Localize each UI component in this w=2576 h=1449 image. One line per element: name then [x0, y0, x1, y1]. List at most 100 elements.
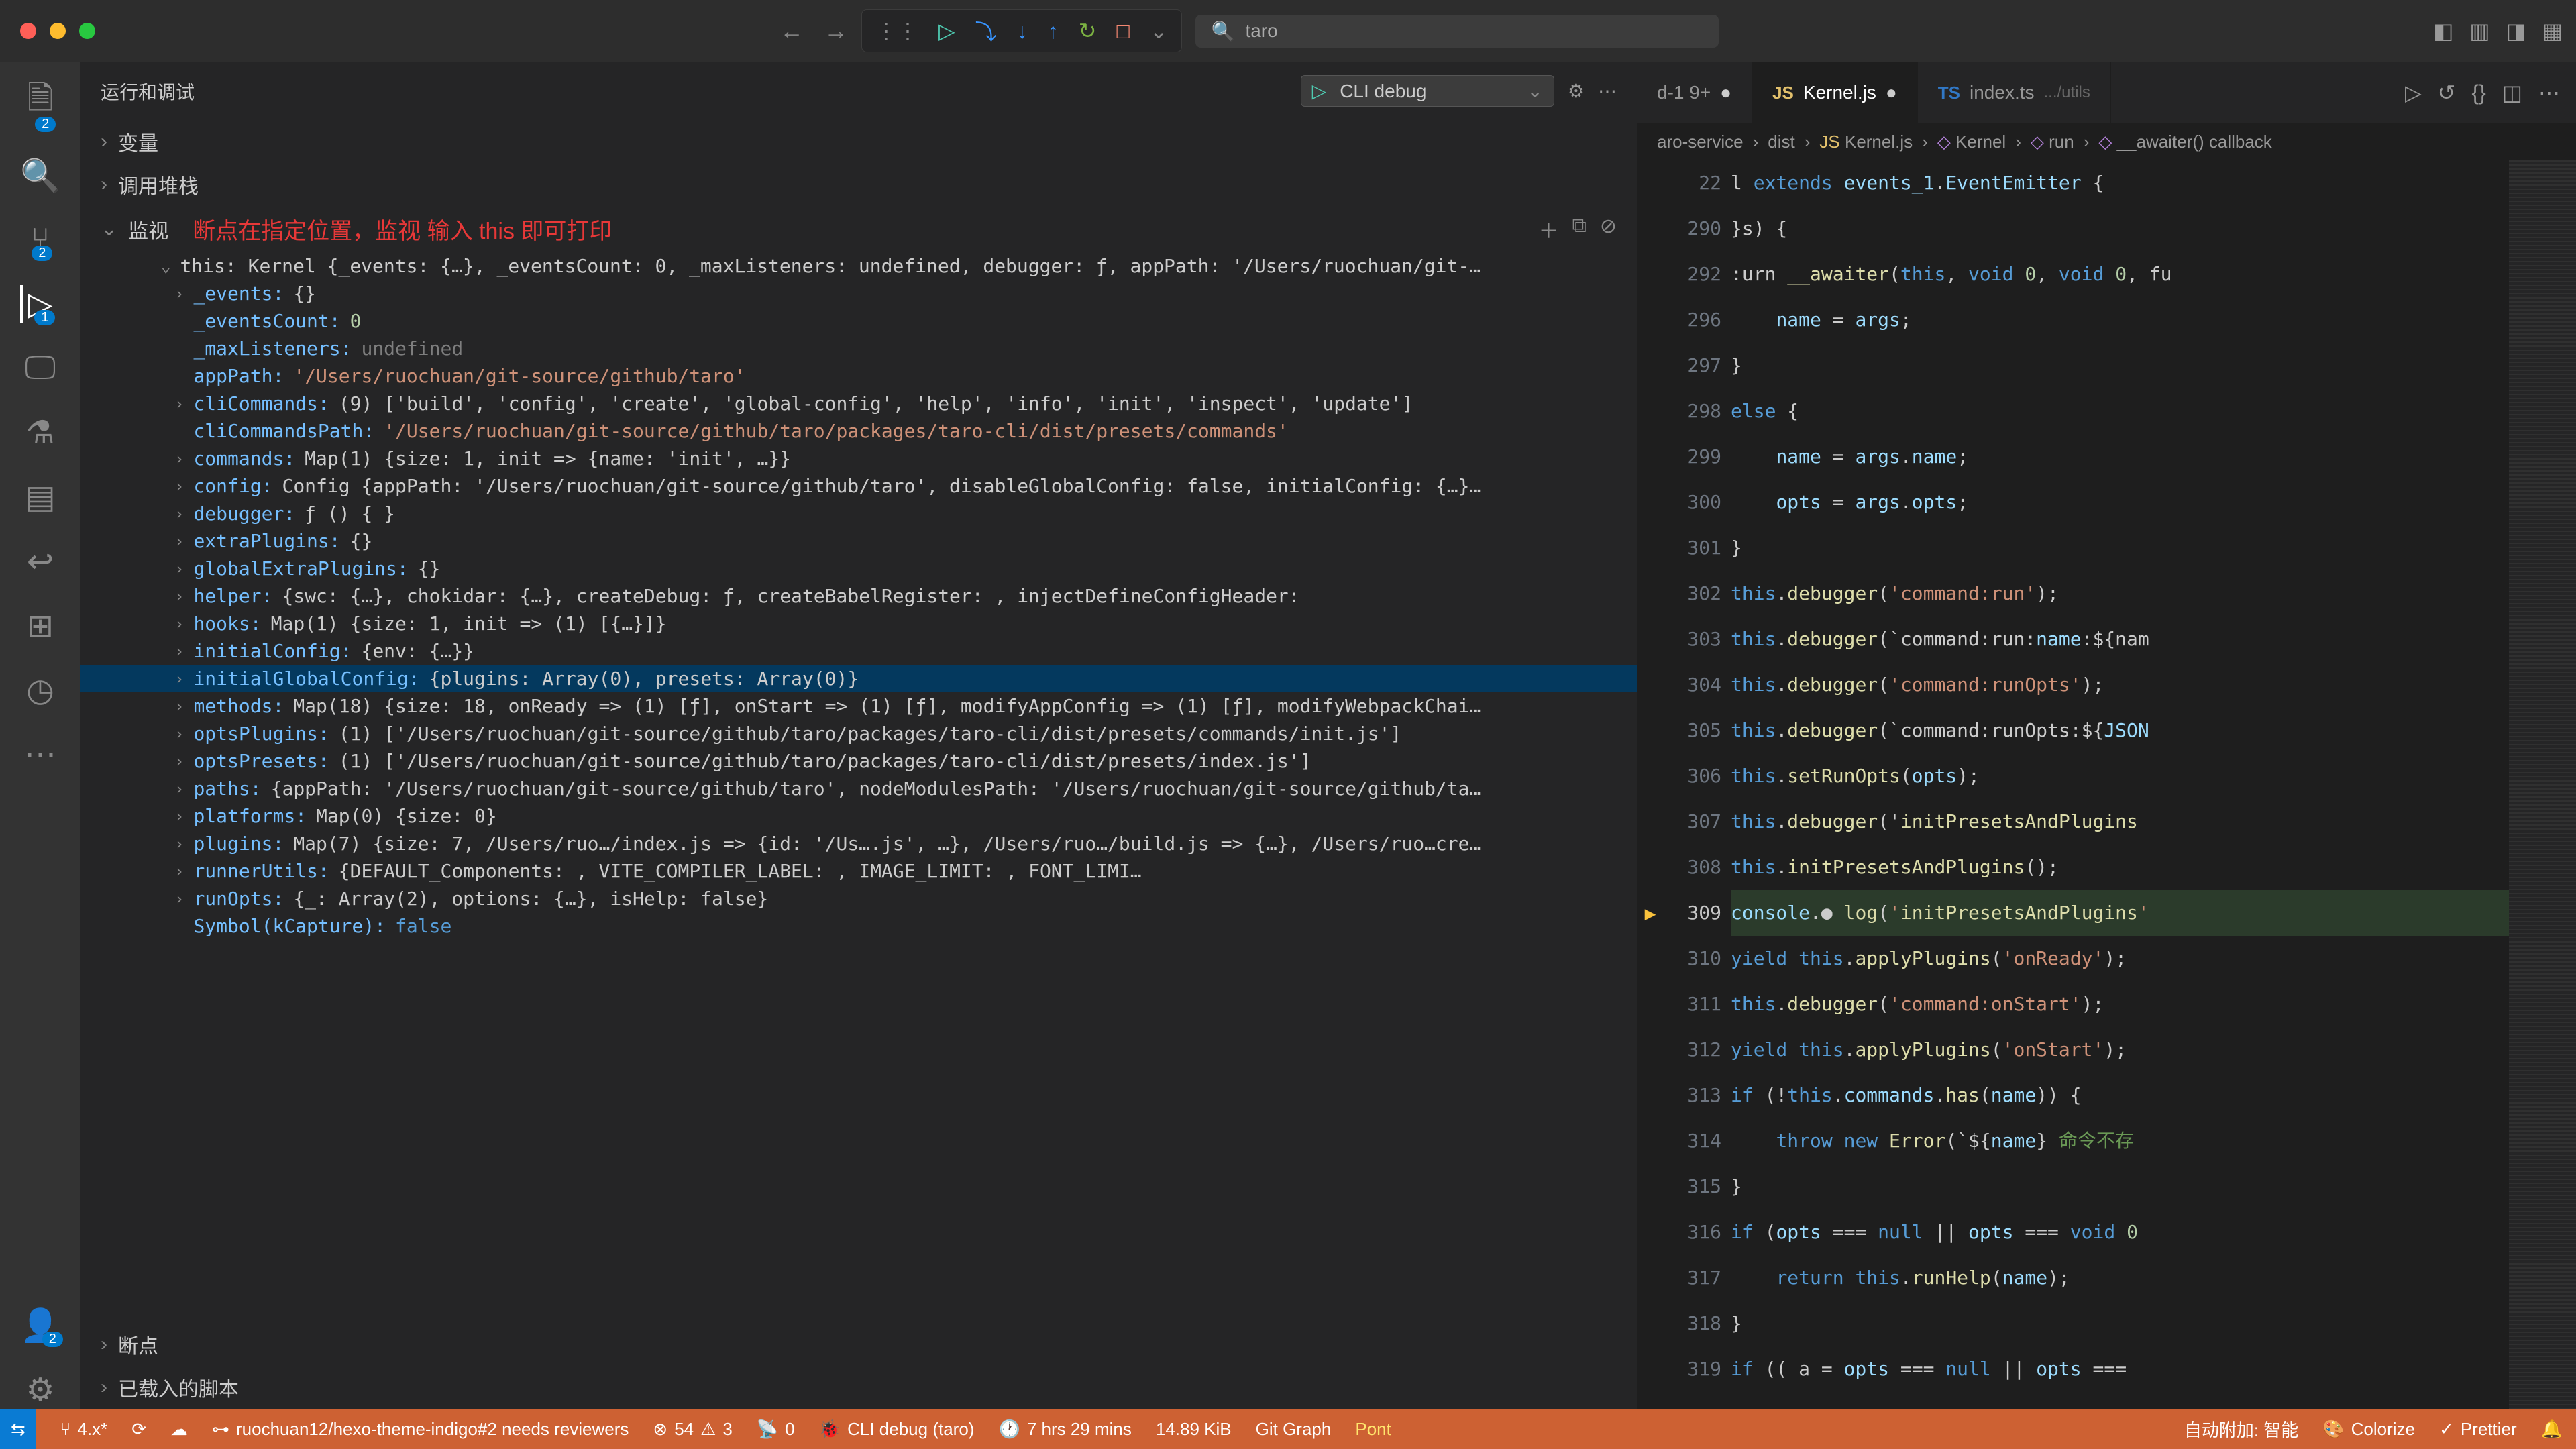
sync-icon[interactable]: ⟳ — [131, 1419, 146, 1440]
layout-sidebar-right-icon[interactable]: ◨ — [2506, 18, 2526, 44]
timeline-icon[interactable]: ◷ — [26, 672, 54, 709]
cloud-icon[interactable]: ☁ — [170, 1419, 188, 1440]
breadcrumb-item[interactable]: ◇ __awaiter() callback — [2098, 131, 2271, 152]
bell-icon[interactable]: 🔔 — [2541, 1417, 2563, 1442]
stop-icon[interactable]: □ — [1116, 19, 1129, 44]
breadcrumb-item[interactable]: ◇ run — [2031, 131, 2074, 152]
watch-property[interactable]: ›cliCommandsPath: '/Users/ruochuan/git-s… — [80, 417, 1637, 445]
scm-icon[interactable]: ⑂2 — [31, 221, 50, 258]
section-watch[interactable]: ⌄ 监视 断点在指定位置，监视 输入 this 即可打印 ＋ ⧉ ⊘ — [80, 206, 1637, 252]
breadcrumb-item[interactable]: ◇ Kernel — [1937, 131, 2006, 152]
ports[interactable]: 📡0 — [757, 1419, 795, 1440]
section-loaded[interactable]: › 已载入的脚本 — [80, 1366, 1637, 1409]
search-activity-icon[interactable]: 🔍 — [20, 156, 60, 195]
restart-icon[interactable]: ↻ — [1079, 18, 1097, 44]
add-icon[interactable]: ＋ — [1538, 215, 1558, 244]
breadcrumbs[interactable]: aro-service›dist›JS Kernel.js›◇ Kernel›◇… — [1637, 123, 2576, 160]
watch-expression[interactable]: ⌄ this: Kernel {_events: {…}, _eventsCou… — [80, 252, 1637, 280]
colorize[interactable]: 🎨Colorize — [2322, 1417, 2415, 1442]
braces-icon[interactable]: {} — [2471, 80, 2485, 105]
debug-icon[interactable]: ▷1 — [20, 285, 53, 323]
watch-property[interactable]: ›initialGlobalConfig: {plugins: Array(0)… — [80, 665, 1637, 692]
watch-property[interactable]: ›hooks: Map(1) {size: 1, init => (1) [{…… — [80, 610, 1637, 637]
accounts-icon[interactable]: 👤2 — [20, 1306, 60, 1344]
prettier[interactable]: ✓Prettier — [2439, 1417, 2517, 1442]
watch-property[interactable]: ›methods: Map(18) {size: 18, onReady => … — [80, 692, 1637, 720]
maximize-icon[interactable] — [79, 23, 95, 39]
remote-icon[interactable]: 🖵 — [25, 350, 56, 387]
git-branch[interactable]: ⑂4.x* — [60, 1419, 107, 1440]
watch-property[interactable]: ›_eventsCount: 0 — [80, 307, 1637, 335]
tab-Kernel-js[interactable]: JSKernel.js● — [1752, 62, 1918, 123]
history-icon[interactable]: ↺ — [2438, 80, 2456, 105]
pr-status[interactable]: ⊶ruochuan12/hexo-theme-indigo#2 needs re… — [212, 1419, 629, 1440]
bookmark-icon[interactable]: ▤ — [25, 478, 55, 516]
collapse-icon[interactable]: ⧉ — [1572, 215, 1586, 244]
extensions-icon[interactable]: ⊞ — [27, 607, 54, 645]
watch-property[interactable]: ›Symbol(kCapture): false — [80, 912, 1637, 940]
watch-property[interactable]: ›_events: {} — [80, 280, 1637, 307]
watch-property[interactable]: ›plugins: Map(7) {size: 7, /Users/ruo…/i… — [80, 830, 1637, 857]
watch-property[interactable]: ›appPath: '/Users/ruochuan/git-source/gi… — [80, 362, 1637, 390]
watch-property[interactable]: ›commands: Map(1) {size: 1, init => {nam… — [80, 445, 1637, 472]
settings-icon[interactable]: ⚙ — [25, 1371, 54, 1409]
time-track[interactable]: 🕐7 hrs 29 mins — [998, 1419, 1131, 1440]
back-nav-icon[interactable]: ↩ — [27, 543, 54, 580]
run-icon[interactable]: ▷ — [2405, 80, 2422, 105]
editor[interactable]: 2229029229629729829930030130230330430530… — [1637, 160, 2576, 1409]
code-content[interactable]: l extends events_1.EventEmitter {}s) {:u… — [1731, 160, 2509, 1409]
watch-property[interactable]: ›optsPlugins: (1) ['/Users/ruochuan/git-… — [80, 720, 1637, 747]
watch-property[interactable]: ›debugger: ƒ () { } — [80, 500, 1637, 527]
breadcrumb-item[interactable]: JS Kernel.js — [1819, 131, 1913, 152]
watch-property[interactable]: ›cliCommands: (9) ['build', 'config', 'c… — [80, 390, 1637, 417]
continue-icon[interactable]: ▷ — [938, 18, 955, 44]
close-icon[interactable] — [20, 23, 36, 39]
problems[interactable]: ⊗54 ⚠3 — [653, 1419, 733, 1440]
forward-icon[interactable]: → — [824, 17, 848, 45]
step-out-icon[interactable]: ↑ — [1048, 19, 1059, 44]
minimize-icon[interactable] — [50, 23, 66, 39]
layout-customize-icon[interactable]: ▦ — [2542, 18, 2563, 44]
breadcrumb-item[interactable]: aro-service — [1657, 131, 1743, 152]
back-icon[interactable]: ← — [780, 17, 804, 45]
section-breakpoints[interactable]: › 断点 — [80, 1323, 1637, 1366]
watch-property[interactable]: ›platforms: Map(0) {size: 0} — [80, 802, 1637, 830]
debug-config-select[interactable]: ▷ CLI debug ⌄ — [1301, 75, 1554, 107]
watch-property[interactable]: ›paths: {appPath: '/Users/ruochuan/git-s… — [80, 775, 1637, 802]
watch-property[interactable]: ›globalExtraPlugins: {} — [80, 555, 1637, 582]
watch-property[interactable]: ›runOpts: {_: Array(2), options: {…}, is… — [80, 885, 1637, 912]
auto-attach[interactable]: 自动附加: 智能 — [2184, 1417, 2298, 1442]
section-variables[interactable]: › 变量 — [80, 120, 1637, 163]
explorer-icon[interactable]: 🗎2 — [28, 75, 54, 129]
tab-index-ts[interactable]: TSindex.ts.../utils — [1918, 62, 2111, 123]
split-icon[interactable]: ◫ — [2502, 80, 2522, 105]
search-input[interactable]: 🔍 taro — [1195, 15, 1719, 48]
more-horizontal-icon[interactable]: ⋯ — [1598, 80, 1617, 102]
more-icon[interactable]: ⋯ — [24, 736, 56, 773]
tab-d-1-9-[interactable]: d-1 9+● — [1637, 62, 1752, 123]
debug-status[interactable]: 🐞CLI debug (taro) — [819, 1419, 975, 1440]
layout-sidebar-left-icon[interactable]: ◧ — [2433, 18, 2453, 44]
gear-icon[interactable]: ⚙ — [1568, 80, 1585, 102]
watch-property[interactable]: ›optsPresets: (1) ['/Users/ruochuan/git-… — [80, 747, 1637, 775]
watch-property[interactable]: ›initialConfig: {env: {…}} — [80, 637, 1637, 665]
pont[interactable]: Pont — [1355, 1419, 1391, 1440]
layout-panel-icon[interactable]: ▥ — [2469, 18, 2489, 44]
step-over-icon[interactable]: ⤵ — [975, 15, 997, 46]
watch-property[interactable]: ›runnerUtils: {DEFAULT_Components: , VIT… — [80, 857, 1637, 885]
minimap[interactable] — [2509, 160, 2576, 1409]
git-graph[interactable]: Git Graph — [1256, 1419, 1332, 1440]
more-tab-icon[interactable]: ⋯ — [2538, 80, 2560, 105]
breadcrumb-item[interactable]: dist — [1768, 131, 1794, 152]
watch-property[interactable]: ›extraPlugins: {} — [80, 527, 1637, 555]
drag-handle-icon[interactable]: ⋮⋮ — [875, 18, 918, 44]
clear-icon[interactable]: ⊘ — [1600, 215, 1617, 244]
remote-indicator[interactable]: ⇆ — [0, 1409, 36, 1449]
debug-chevron-icon[interactable]: ⌄ — [1150, 18, 1168, 44]
test-icon[interactable]: ⚗ — [25, 414, 54, 451]
step-into-icon[interactable]: ↓ — [1017, 19, 1028, 44]
watch-property[interactable]: ›_maxListeners: undefined — [80, 335, 1637, 362]
section-callstack[interactable]: › 调用堆栈 — [80, 163, 1637, 206]
watch-property[interactable]: ›helper: {swc: {…}, chokidar: {…}, creat… — [80, 582, 1637, 610]
file-size[interactable]: 14.89 KiB — [1156, 1419, 1232, 1440]
